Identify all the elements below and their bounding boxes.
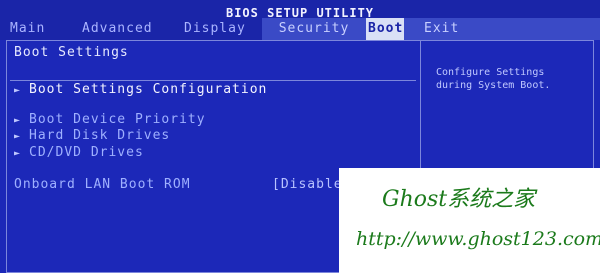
tab-advanced[interactable]: Advanced — [82, 18, 153, 40]
submenu-arrow-icon: ► — [14, 85, 22, 96]
menu-item-boot-device-priority[interactable]: ► Boot Device Priority — [14, 112, 206, 127]
tab-bar: Main Advanced Display Security Boot Exit — [0, 18, 600, 40]
submenu-arrow-icon: ► — [14, 131, 22, 142]
page-title: Boot Settings — [14, 45, 129, 60]
menu-item-boot-settings-configuration[interactable]: ► Boot Settings Configuration — [14, 82, 267, 97]
tab-security[interactable]: Security — [262, 18, 366, 40]
menu-item-label: Hard Disk Drives — [29, 128, 171, 143]
help-text: during System Boot. — [436, 80, 551, 91]
tab-main[interactable]: Main — [10, 18, 45, 40]
heading-divider — [10, 80, 416, 81]
submenu-arrow-icon: ► — [14, 148, 22, 159]
submenu-arrow-icon: ► — [14, 115, 22, 126]
menu-item-label: Boot Settings Configuration — [29, 82, 268, 97]
help-panel: Configure Settings during System Boot. — [436, 66, 586, 92]
menu-item-hard-disk-drives[interactable]: ► Hard Disk Drives — [14, 128, 170, 143]
menu-item-cd-dvd-drives[interactable]: ► CD/DVD Drives — [14, 145, 144, 160]
watermark-site-name: Ghost系统之家 — [382, 187, 536, 212]
watermark-url: http://www.ghost123.com — [356, 228, 600, 250]
help-text: Configure Settings — [436, 67, 545, 78]
tab-exit[interactable]: Exit — [404, 18, 600, 40]
tab-display[interactable]: Display — [184, 18, 246, 40]
tab-boot[interactable]: Boot — [366, 18, 406, 40]
menu-item-label: CD/DVD Drives — [29, 145, 144, 160]
menu-item-label: Boot Device Priority — [29, 112, 206, 127]
setting-onboard-lan-boot-rom-label[interactable]: Onboard LAN Boot ROM — [14, 177, 191, 192]
